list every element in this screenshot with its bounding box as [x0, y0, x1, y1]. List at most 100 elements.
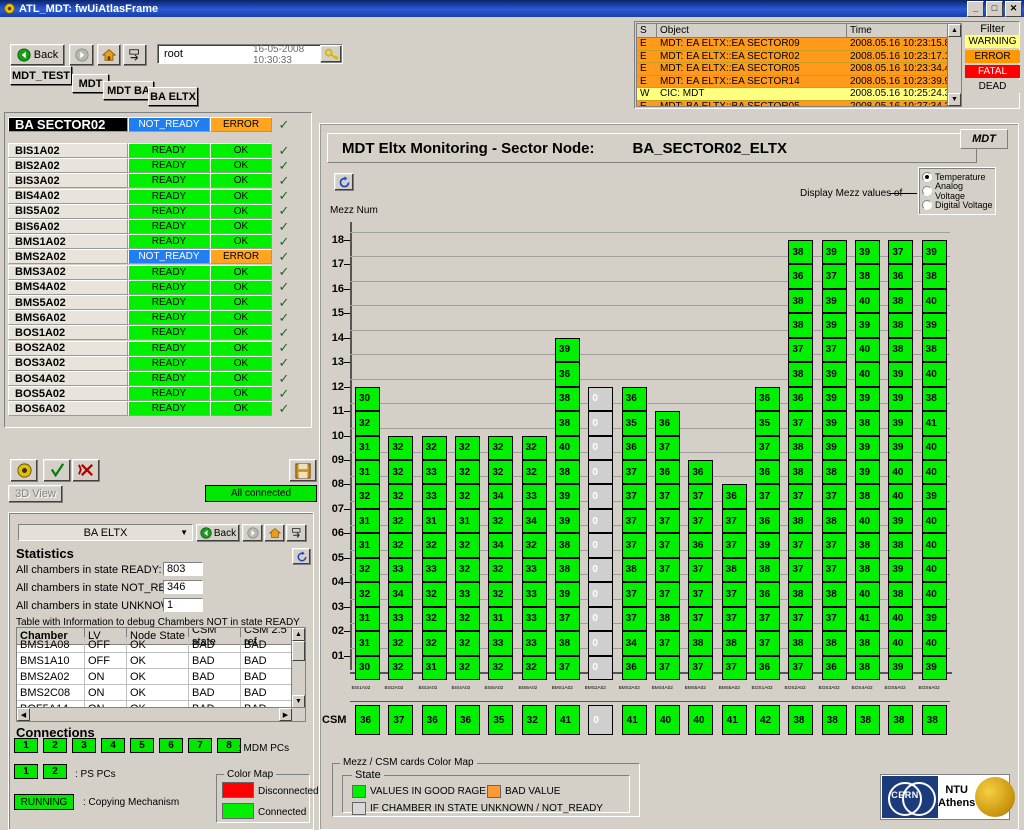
mezz-cell[interactable]: 37: [621, 533, 647, 558]
mezz-cell[interactable]: 36: [688, 533, 714, 558]
mezz-cell[interactable]: 38: [621, 557, 647, 583]
mezz-cell[interactable]: 0: [588, 508, 614, 534]
alarm-list[interactable]: S Object Time E MDT: EA ELTX::EA SECTOR09…: [636, 23, 962, 107]
mezz-cell[interactable]: 33: [521, 606, 547, 632]
mezz-cell[interactable]: 37: [655, 508, 680, 534]
mezz-cell[interactable]: 39: [888, 508, 914, 534]
stats-back-button[interactable]: Back: [196, 524, 240, 542]
mezz-cell[interactable]: 31: [355, 631, 380, 656]
home-button[interactable]: [97, 44, 121, 66]
mezz-cell[interactable]: 0: [588, 557, 614, 583]
mezz-cell[interactable]: 38: [788, 313, 814, 338]
mezz-cell[interactable]: 32: [388, 460, 414, 485]
mezz-cell[interactable]: 32: [388, 655, 414, 680]
mezz-cell[interactable]: 40: [855, 508, 880, 534]
reject-button[interactable]: [72, 459, 100, 482]
mezz-cell[interactable]: 37: [555, 655, 580, 680]
chamber-check-icon[interactable]: ✓: [272, 325, 296, 340]
mezz-cell[interactable]: 32: [521, 460, 547, 485]
alarm-row[interactable]: E MDT: BA ELTX::BA SECTOR05 2008.05.16 10:…: [637, 100, 961, 106]
mezz-cell[interactable]: 39: [921, 655, 947, 680]
mezz-cell[interactable]: 38: [688, 631, 714, 656]
mezz-cell[interactable]: 40: [921, 288, 947, 314]
chamber-row[interactable]: BMS4A02 READY OK ✓: [8, 279, 296, 295]
scroll-left-icon[interactable]: ◀: [17, 708, 30, 721]
csm-cell[interactable]: 36: [455, 705, 480, 735]
mezz-cell[interactable]: 32: [488, 508, 514, 534]
mezz-cell[interactable]: 37: [821, 337, 847, 363]
scroll-down-icon[interactable]: ▼: [948, 93, 961, 106]
mdm-pc-6[interactable]: 6: [159, 738, 183, 753]
mezz-cell[interactable]: 32: [421, 582, 447, 607]
mezz-cell[interactable]: 37: [655, 557, 680, 583]
mezz-cell[interactable]: 32: [421, 631, 447, 656]
accept-button[interactable]: [43, 459, 71, 482]
mezz-cell[interactable]: 38: [788, 582, 814, 607]
mezz-cell[interactable]: 38: [555, 631, 580, 656]
mezz-cell[interactable]: 33: [521, 582, 547, 607]
mezz-cell[interactable]: 40: [888, 484, 914, 509]
csm-cell[interactable]: 40: [688, 705, 714, 735]
mezz-cell[interactable]: 38: [555, 533, 580, 558]
mezz-cell[interactable]: 37: [821, 533, 847, 558]
chamber-row[interactable]: BIS1A02 READY OK ✓: [8, 143, 296, 158]
chamber-check-icon[interactable]: ✓: [272, 295, 296, 310]
mezz-cell[interactable]: 0: [588, 655, 614, 680]
csm-cell[interactable]: 37: [388, 705, 414, 735]
mezz-cell[interactable]: 39: [888, 386, 914, 412]
chamber-check-icon[interactable]: ✓: [272, 234, 296, 249]
mezz-cell[interactable]: 39: [888, 557, 914, 583]
mezz-cell[interactable]: 0: [588, 631, 614, 656]
mezz-cell[interactable]: 41: [921, 411, 947, 436]
mezz-cell[interactable]: 32: [455, 606, 480, 632]
mezz-cell[interactable]: 32: [488, 435, 514, 460]
mezz-cell[interactable]: 33: [455, 582, 480, 607]
chamber-check-icon[interactable]: ✓: [272, 401, 296, 416]
chamber-row[interactable]: BMS3A02 READY OK ✓: [8, 264, 296, 280]
mezz-cell[interactable]: 33: [421, 460, 447, 485]
mezz-cell[interactable]: 32: [521, 435, 547, 460]
chamber-row[interactable]: BOS6A02 READY OK ✓: [8, 401, 296, 417]
csm-cell[interactable]: 40: [655, 705, 680, 735]
mezz-cell[interactable]: 38: [788, 631, 814, 656]
mezz-cell[interactable]: 38: [821, 508, 847, 534]
scroll-right-icon[interactable]: ▶: [279, 708, 292, 721]
mezz-cell[interactable]: 32: [355, 484, 380, 509]
save-button[interactable]: [289, 459, 317, 482]
mezz-cell[interactable]: 33: [388, 606, 414, 632]
mezz-cell[interactable]: 40: [921, 508, 947, 534]
mezz-cell[interactable]: 38: [555, 460, 580, 485]
mezz-cell[interactable]: 36: [821, 655, 847, 680]
mezz-cell[interactable]: 37: [788, 484, 814, 509]
back-button[interactable]: Back: [10, 44, 65, 66]
mezz-cell[interactable]: 37: [621, 508, 647, 534]
forward-button[interactable]: [69, 44, 94, 66]
mezz-cell[interactable]: 31: [355, 606, 380, 632]
mezz-cell[interactable]: 0: [588, 582, 614, 607]
mezz-cell[interactable]: 40: [888, 460, 914, 485]
mezz-cell[interactable]: 38: [655, 606, 680, 632]
debug-hscrollbar[interactable]: ◀ ▶: [17, 707, 305, 721]
mezz-cell[interactable]: 39: [888, 411, 914, 436]
mezz-cell[interactable]: 39: [888, 655, 914, 680]
mezz-cell[interactable]: 37: [688, 508, 714, 534]
stats-refresh-button[interactable]: [292, 548, 311, 565]
up-level-button[interactable]: [123, 44, 147, 66]
chamber-check-icon[interactable]: ✓: [272, 143, 296, 158]
mezz-cell[interactable]: 38: [855, 484, 880, 509]
settings-button[interactable]: [10, 459, 38, 482]
mezz-cell[interactable]: 37: [655, 435, 680, 460]
mezz-cell[interactable]: 39: [821, 435, 847, 460]
mdm-pc-5[interactable]: 5: [130, 738, 154, 753]
mezz-cell[interactable]: 37: [821, 484, 847, 509]
mezz-cell[interactable]: 36: [888, 264, 914, 289]
mezz-cell[interactable]: 32: [421, 435, 447, 460]
mezz-cell[interactable]: 33: [421, 557, 447, 583]
chamber-row[interactable]: BMS2A02 NOT_READY ERROR ✓: [8, 249, 296, 265]
chamber-row[interactable]: BMS1A02 READY OK ✓: [8, 234, 296, 250]
mezz-cell[interactable]: 32: [455, 435, 480, 460]
mezz-cell[interactable]: 40: [888, 606, 914, 632]
mezz-cell[interactable]: 32: [521, 533, 547, 558]
mezz-cell[interactable]: 39: [755, 533, 780, 558]
mezz-cell[interactable]: 31: [355, 533, 380, 558]
